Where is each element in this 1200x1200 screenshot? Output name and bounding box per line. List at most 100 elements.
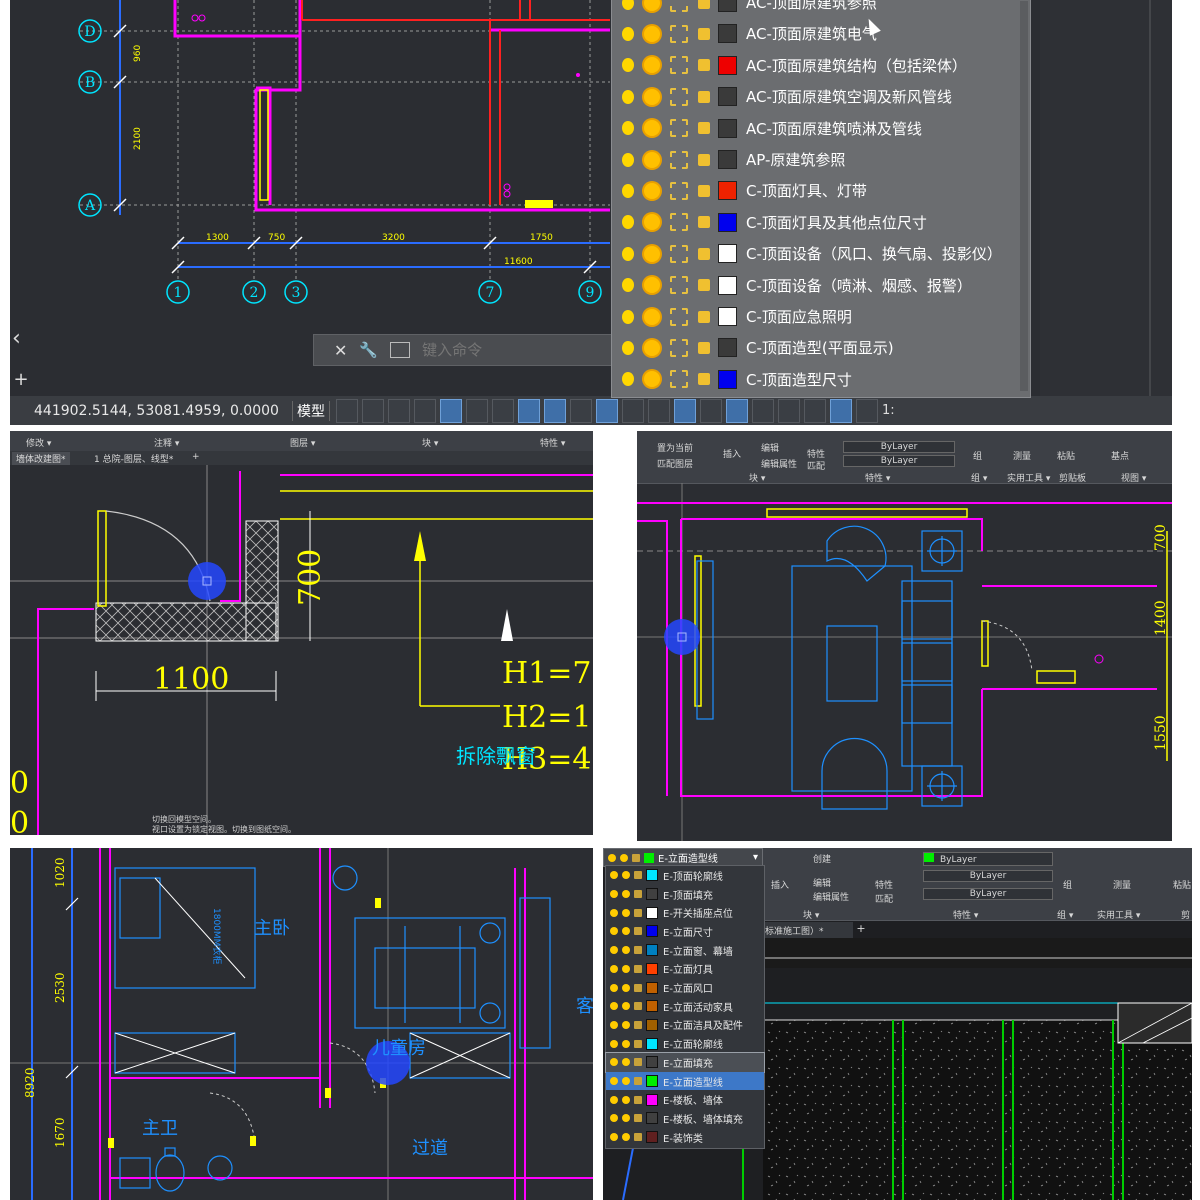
polar-toggle[interactable] bbox=[466, 398, 488, 423]
sun-icon[interactable] bbox=[644, 308, 660, 325]
lightbulb-icon[interactable] bbox=[610, 1095, 618, 1104]
annotation-visibility-toggle[interactable] bbox=[752, 398, 774, 423]
lock-open-icon[interactable] bbox=[698, 122, 710, 135]
lightbulb-icon[interactable] bbox=[622, 121, 634, 136]
layer-color-swatch[interactable] bbox=[718, 55, 737, 75]
lock-open-icon[interactable] bbox=[698, 279, 710, 292]
auto-scale-toggle[interactable] bbox=[778, 398, 800, 423]
fullscreen-icon[interactable] bbox=[856, 398, 878, 423]
lightbulb-icon[interactable] bbox=[622, 183, 634, 198]
layer-color-swatch[interactable] bbox=[718, 212, 737, 232]
grid-toggle[interactable] bbox=[336, 398, 358, 423]
sun-icon[interactable] bbox=[622, 1058, 630, 1067]
sun-icon[interactable] bbox=[622, 908, 630, 917]
layer-color-swatch[interactable] bbox=[646, 981, 658, 994]
lineweight-toggle[interactable] bbox=[570, 398, 592, 423]
viewport-freeze-icon[interactable] bbox=[670, 276, 688, 295]
layer-color-swatch[interactable] bbox=[718, 338, 737, 358]
layer-row[interactable]: E-顶面填充 bbox=[606, 885, 764, 904]
layer-row[interactable]: C-顶面灯具及其他点位尺寸 bbox=[612, 207, 1030, 238]
layer-row[interactable]: AC-顶面原建筑喷淋及管线 bbox=[612, 113, 1030, 144]
sun-icon[interactable] bbox=[622, 946, 630, 955]
lock-open-icon[interactable] bbox=[634, 1114, 642, 1123]
layer-color-swatch[interactable] bbox=[646, 1075, 658, 1088]
lightbulb-icon[interactable] bbox=[622, 309, 634, 324]
viewport-freeze-icon[interactable] bbox=[670, 0, 688, 12]
lock-open-icon[interactable] bbox=[634, 1002, 642, 1011]
lock-open-icon[interactable] bbox=[698, 90, 710, 103]
layer-row[interactable]: C-顶面造型(平面显示) bbox=[612, 332, 1030, 363]
layer-row[interactable]: AC-顶面原建筑电气 bbox=[612, 18, 1030, 49]
lightbulb-icon[interactable] bbox=[622, 26, 634, 41]
sun-icon[interactable] bbox=[644, 214, 660, 231]
layer-color-swatch[interactable] bbox=[646, 906, 658, 919]
layer-color-swatch[interactable] bbox=[718, 118, 737, 138]
chevron-left-icon[interactable]: ‹ bbox=[12, 326, 21, 351]
lightbulb-icon[interactable] bbox=[610, 1077, 618, 1086]
layer-color-swatch[interactable] bbox=[718, 150, 737, 169]
layer-color-swatch[interactable] bbox=[646, 1112, 658, 1125]
lock-open-icon[interactable] bbox=[698, 310, 710, 323]
layer-color-swatch[interactable] bbox=[718, 24, 737, 44]
lightbulb-icon[interactable] bbox=[622, 0, 634, 10]
lightbulb-icon[interactable] bbox=[622, 152, 634, 167]
transparency-toggle[interactable] bbox=[596, 398, 618, 423]
selection-filter-toggle[interactable] bbox=[700, 398, 722, 423]
lightbulb-icon[interactable] bbox=[610, 983, 618, 992]
viewport-freeze-icon[interactable] bbox=[670, 370, 688, 389]
layer-row[interactable]: AC-顶面原建筑结构（包括梁体） bbox=[612, 50, 1030, 81]
layer-dropdown-list[interactable]: AC-顶面原建筑参照 AC-顶面原建筑电气 AC-顶面原建筑结构（包括梁体） AC-顶… bbox=[611, 0, 1031, 398]
viewport-freeze-icon[interactable] bbox=[670, 24, 688, 43]
model-space-button[interactable]: 模型 bbox=[292, 400, 330, 421]
sun-icon[interactable] bbox=[644, 25, 660, 42]
viewport-freeze-icon[interactable] bbox=[670, 181, 688, 200]
layer-row[interactable]: E-立面尺寸 bbox=[606, 922, 764, 941]
gizmo-toggle[interactable] bbox=[726, 398, 748, 423]
add-layout-button[interactable]: + bbox=[10, 370, 32, 390]
lock-open-icon[interactable] bbox=[634, 1133, 642, 1142]
lock-open-icon[interactable] bbox=[698, 153, 710, 166]
annotation-scale-toggle[interactable] bbox=[804, 398, 826, 423]
sun-icon[interactable] bbox=[644, 371, 660, 388]
layer-color-swatch[interactable] bbox=[646, 962, 658, 975]
viewport-freeze-icon[interactable] bbox=[670, 213, 688, 232]
sun-icon[interactable] bbox=[644, 57, 660, 74]
layer-row[interactable]: E-顶面轮廓线 bbox=[606, 866, 764, 885]
viewport-freeze-icon[interactable] bbox=[670, 56, 688, 75]
lightbulb-icon[interactable] bbox=[610, 890, 618, 899]
layer-row[interactable]: E-楼板、墙体填充 bbox=[606, 1109, 764, 1128]
lightbulb-icon[interactable] bbox=[610, 871, 618, 880]
layer-row[interactable]: E-立面风口 bbox=[606, 978, 764, 997]
wrench-icon[interactable]: 🔧 bbox=[359, 341, 378, 359]
layer-row[interactable]: AP-原建筑参照 bbox=[612, 144, 1030, 175]
viewport-freeze-icon[interactable] bbox=[670, 119, 688, 138]
layer-color-swatch[interactable] bbox=[646, 1000, 658, 1013]
lock-open-icon[interactable] bbox=[698, 27, 710, 40]
layer-color-swatch[interactable] bbox=[646, 1093, 658, 1106]
sun-icon[interactable] bbox=[644, 277, 660, 294]
sun-icon[interactable] bbox=[622, 1095, 630, 1104]
sun-icon[interactable] bbox=[644, 0, 660, 11]
lightbulb-icon[interactable] bbox=[622, 89, 634, 104]
sun-icon[interactable] bbox=[622, 871, 630, 880]
isodraft-toggle[interactable] bbox=[492, 398, 514, 423]
infer-toggle[interactable] bbox=[388, 398, 410, 423]
command-input[interactable] bbox=[420, 340, 605, 360]
dynamic-input-toggle[interactable] bbox=[414, 398, 436, 423]
sun-icon[interactable] bbox=[644, 339, 660, 356]
layer-row[interactable]: C-顶面设备（风口、换气扇、投影仪） bbox=[612, 238, 1030, 269]
lightbulb-icon[interactable] bbox=[622, 215, 634, 230]
layer-color-swatch[interactable] bbox=[646, 869, 658, 882]
layer-color-swatch[interactable] bbox=[646, 925, 658, 938]
lightbulb-icon[interactable] bbox=[610, 946, 618, 955]
lock-open-icon[interactable] bbox=[698, 0, 710, 9]
viewport-freeze-icon[interactable] bbox=[670, 338, 688, 357]
lock-ui-icon[interactable] bbox=[830, 398, 852, 423]
osnap-toggle[interactable] bbox=[544, 398, 566, 423]
lightbulb-icon[interactable] bbox=[610, 964, 618, 973]
layer-color-swatch[interactable] bbox=[646, 1037, 658, 1050]
sun-icon[interactable] bbox=[622, 1114, 630, 1123]
layer-row[interactable]: AC-顶面原建筑空调及新风管线 bbox=[612, 81, 1030, 112]
viewport-freeze-icon[interactable] bbox=[670, 244, 688, 263]
lock-open-icon[interactable] bbox=[698, 373, 710, 386]
